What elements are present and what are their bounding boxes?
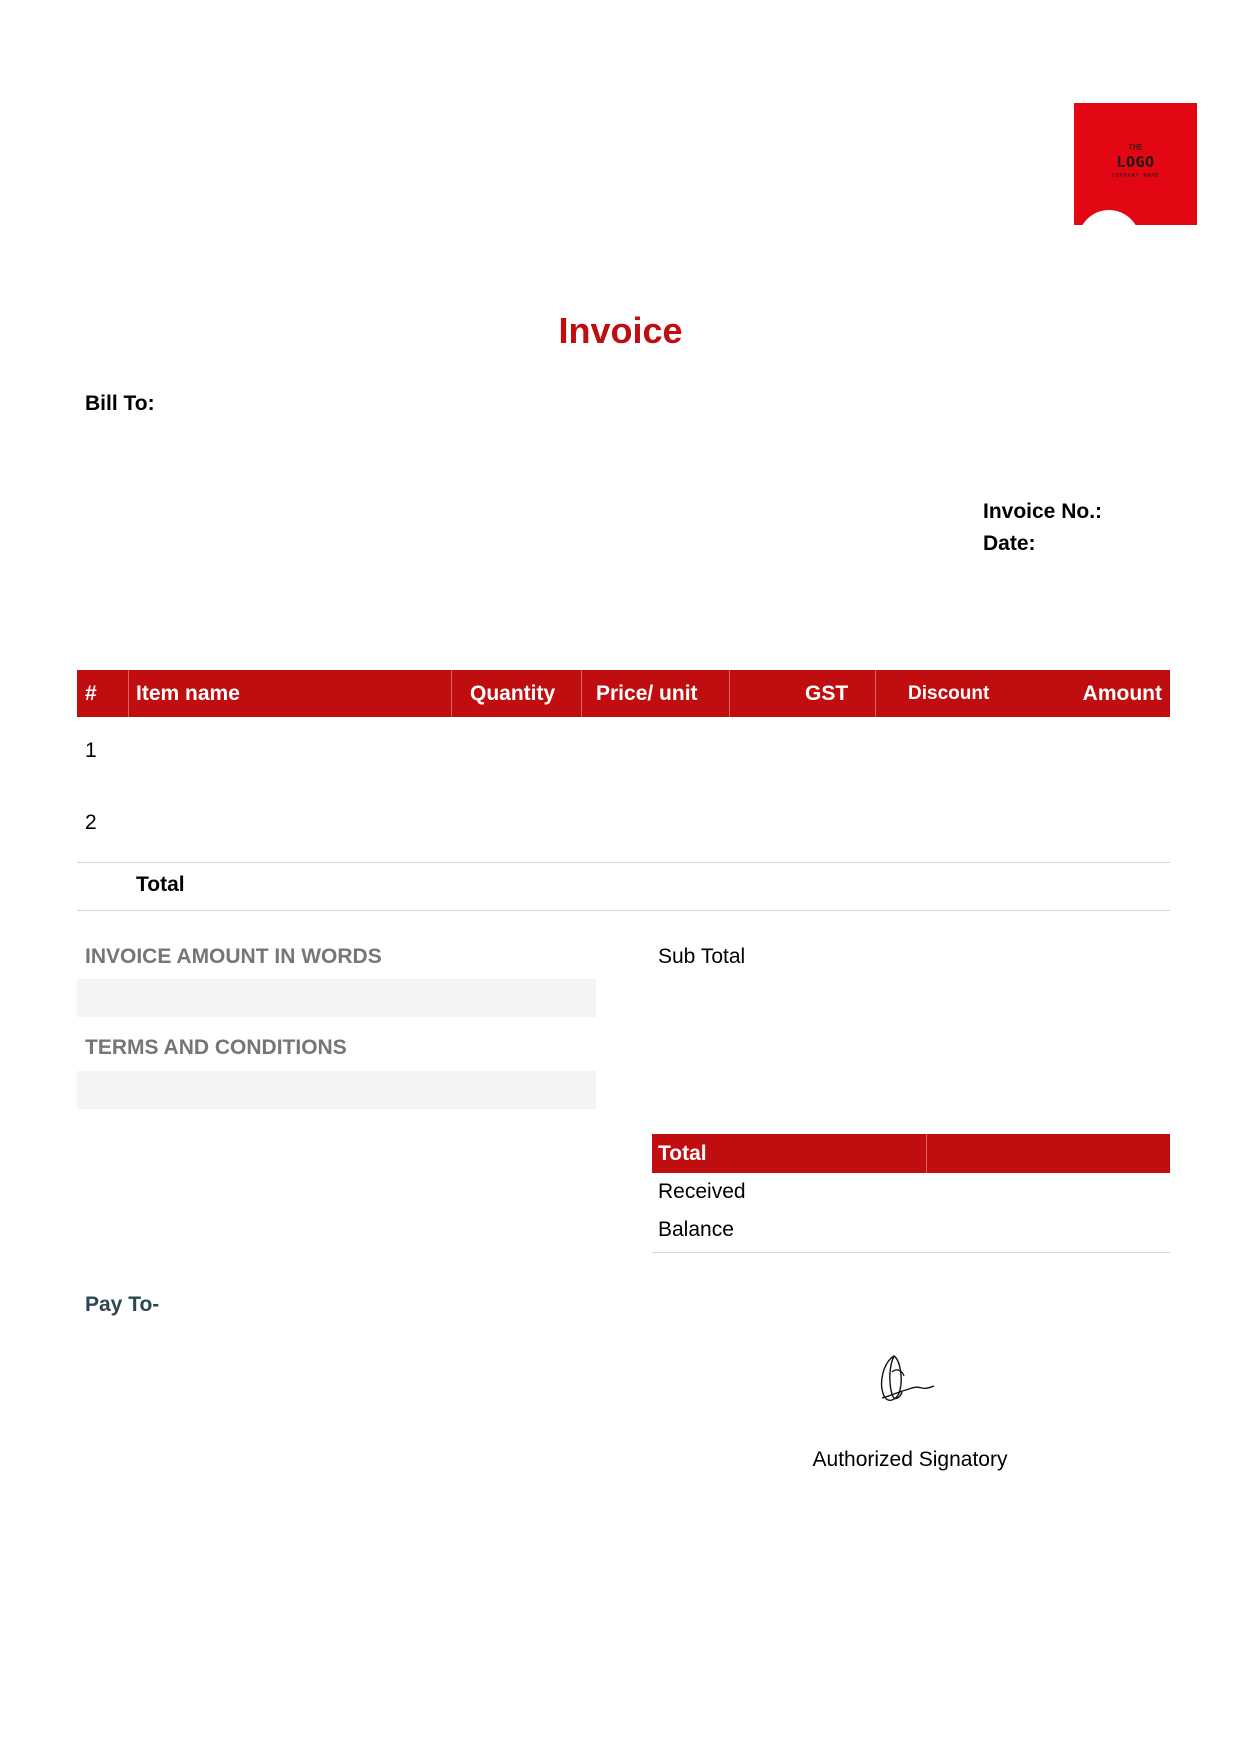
col-header-quantity: Quantity <box>470 682 556 705</box>
table-divider <box>77 910 1170 911</box>
terms-box <box>77 1071 596 1109</box>
col-header-item-name: Item name <box>136 682 240 705</box>
summary-total-label: Total <box>658 1142 707 1165</box>
pay-to-label: Pay To- <box>85 1293 160 1316</box>
logo-text-dots: · · · <box>1120 186 1151 192</box>
col-header-price-unit: Price/ unit <box>596 682 698 705</box>
summary-divider <box>652 1252 1170 1253</box>
col-divider <box>581 670 582 717</box>
amount-in-words-heading: INVOICE AMOUNT IN WORDS <box>85 945 382 968</box>
table-divider <box>77 862 1170 863</box>
page-title: Invoice <box>558 310 683 351</box>
col-header-discount: Discount <box>908 683 990 704</box>
col-divider <box>128 670 129 717</box>
invoice-number-label: Invoice No.: <box>983 500 1103 523</box>
received-label: Received <box>658 1180 746 1203</box>
invoice-date-label: Date: <box>983 532 1036 555</box>
amount-in-words-box <box>77 979 596 1017</box>
col-header-number: # <box>85 682 97 705</box>
items-table-header: # Item name Quantity Price/ unit GST Dis… <box>77 670 1170 717</box>
logo-circle-shape <box>1078 210 1140 225</box>
col-divider <box>875 670 876 717</box>
col-header-amount: Amount <box>1082 682 1162 705</box>
logo-text-sub: COMPANY NAME <box>1111 173 1160 179</box>
balance-label: Balance <box>658 1218 734 1241</box>
col-divider <box>729 670 730 717</box>
table-total-label: Total <box>136 873 185 896</box>
sub-total-label: Sub Total <box>658 945 746 968</box>
summary-total-divider <box>926 1134 927 1173</box>
terms-heading: TERMS AND CONDITIONS <box>85 1036 347 1059</box>
col-header-gst: GST <box>805 682 849 705</box>
signature-icon <box>880 1354 935 1401</box>
table-row-number: 1 <box>85 739 97 762</box>
summary-total-bar: Total <box>652 1134 1170 1173</box>
table-row-number: 2 <box>85 811 97 834</box>
logo-text-top: THE <box>1128 143 1143 152</box>
col-divider <box>451 670 452 717</box>
authorized-signatory-label: Authorized Signatory <box>812 1448 1008 1471</box>
bill-to-label: Bill To: <box>85 392 155 415</box>
logo-text-main: LOGO <box>1116 153 1155 171</box>
signature-image <box>870 1350 940 1415</box>
company-logo: THE LOGO COMPANY NAME · · · <box>1074 103 1197 225</box>
